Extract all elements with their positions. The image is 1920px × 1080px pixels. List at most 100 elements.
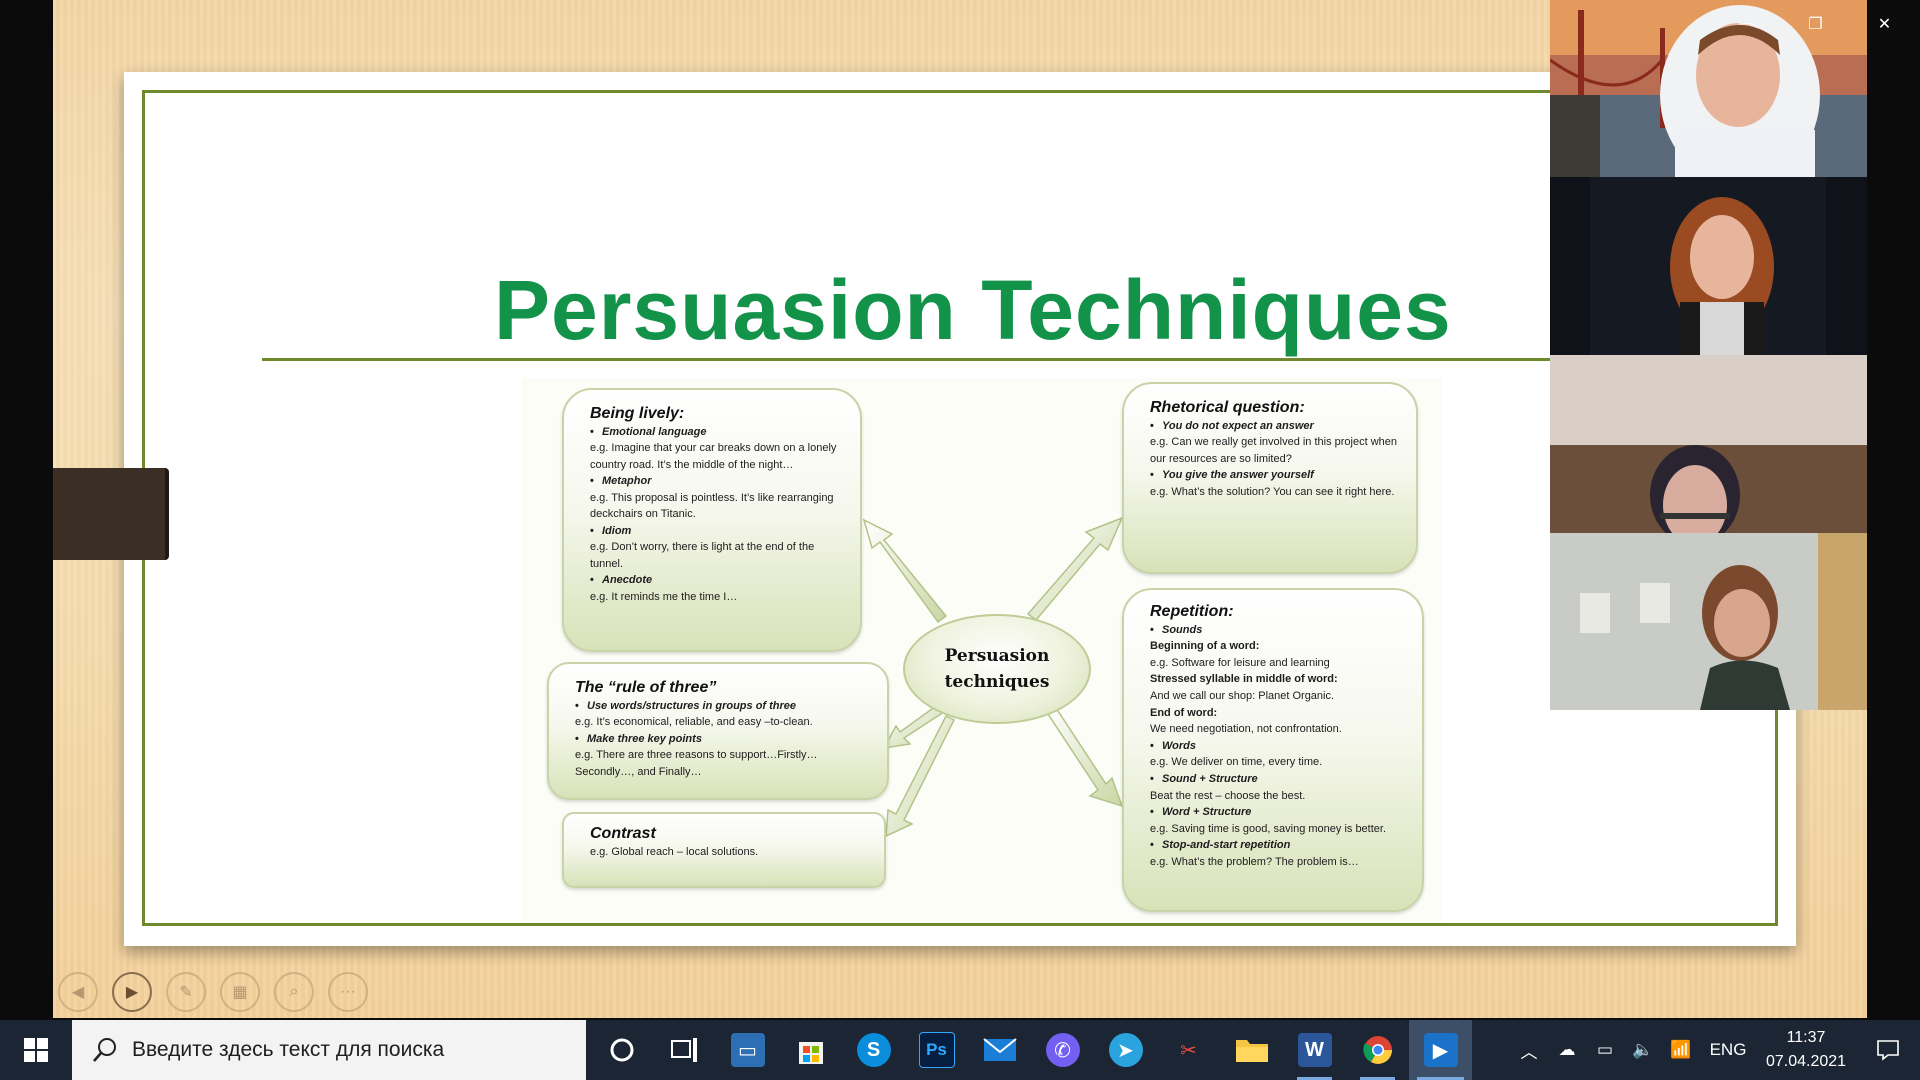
zoom-button[interactable]: ⌕ bbox=[274, 972, 314, 1012]
box-heading: Repetition: bbox=[1150, 603, 1234, 620]
taskbar-app-skype[interactable]: S bbox=[842, 1020, 905, 1080]
network-button[interactable]: 📶 bbox=[1662, 1020, 1700, 1080]
all-slides-button[interactable]: ▦ bbox=[220, 972, 260, 1012]
task-view-icon bbox=[670, 1038, 697, 1062]
snipping-icon: ✂ bbox=[1180, 1039, 1197, 1062]
participant-3-video bbox=[1550, 355, 1867, 533]
battery-icon: ▭ bbox=[1596, 1040, 1614, 1059]
example-text: e.g. What’s the solution? You can see it… bbox=[1150, 485, 1395, 498]
example-text: e.g. There are three reasons to support…… bbox=[575, 749, 818, 778]
cortana-icon bbox=[610, 1038, 633, 1062]
language-indicator[interactable]: ENG bbox=[1700, 1040, 1756, 1060]
more-options-button[interactable]: ··· bbox=[328, 972, 368, 1012]
telegram-icon: ➤ bbox=[1108, 1033, 1143, 1067]
taskbar-search[interactable]: Введите здесь текст для поиска bbox=[72, 1020, 586, 1080]
taskbar: Введите здесь текст для поиска ▭ S Ps ✆ … bbox=[0, 1020, 1920, 1080]
chevron-up-icon: ︿ bbox=[1520, 1042, 1538, 1062]
bullet-label: Metaphor bbox=[590, 473, 842, 490]
sub-label: Stressed syllable in middle of word: bbox=[1150, 673, 1338, 686]
clock[interactable]: 11:37 07.04.2021 bbox=[1756, 1026, 1856, 1074]
search-icon bbox=[93, 1038, 116, 1062]
example-text: e.g. This proposal is pointless. It’s li… bbox=[590, 491, 834, 521]
word-icon: W bbox=[1297, 1033, 1332, 1067]
battery-button[interactable]: ▭ bbox=[1586, 1020, 1624, 1080]
title-divider bbox=[262, 358, 1662, 361]
previous-slide-button[interactable]: ◀ bbox=[58, 972, 98, 1012]
box-heading: Contrast bbox=[590, 825, 656, 842]
bullet-label: You give the answer yourself bbox=[1150, 467, 1398, 484]
video-tile-participant-3[interactable] bbox=[1550, 355, 1867, 533]
windows-icon bbox=[24, 1038, 48, 1062]
clock-date: 07.04.2021 bbox=[1765, 1053, 1847, 1070]
bullet-label: Anecdote bbox=[590, 572, 842, 589]
box-rhetorical-question: Rhetorical question: You do not expect a… bbox=[1122, 382, 1418, 574]
folder-icon bbox=[1235, 1040, 1268, 1062]
box-being-lively: Being lively: Emotional language e.g. Im… bbox=[562, 388, 862, 652]
notification-icon bbox=[1877, 1040, 1899, 1061]
example-text: e.g. Don’t worry, there is light at the … bbox=[590, 541, 815, 570]
box-contrast: Contrast e.g. Global reach – local solut… bbox=[562, 812, 886, 888]
video-tile-participant-2[interactable] bbox=[1550, 177, 1867, 355]
sub-label: Beginning of a word: bbox=[1150, 640, 1260, 653]
taskbar-app-snipping[interactable]: ✂ bbox=[1157, 1020, 1220, 1080]
restore-button[interactable]: ❐ bbox=[1781, 0, 1850, 48]
bullet-label: Make three key points bbox=[575, 731, 869, 748]
window-controls: — ❐ ✕ bbox=[1712, 0, 1920, 48]
pen-icon: ✎ bbox=[179, 984, 193, 1001]
viber-icon: ✆ bbox=[1045, 1033, 1080, 1067]
taskbar-app-viber[interactable]: ✆ bbox=[1031, 1020, 1094, 1080]
next-slide-button[interactable]: ▶ bbox=[112, 972, 152, 1012]
bullet-label: Sound + Structure bbox=[1150, 771, 1404, 788]
example-text: e.g. Software for leisure and learning bbox=[1150, 656, 1330, 669]
laptop-icon: ▭ bbox=[730, 1033, 765, 1067]
bullet-label: Use words/structures in groups of three bbox=[575, 698, 869, 715]
taskbar-app-explorer[interactable] bbox=[1220, 1020, 1283, 1080]
clock-time: 11:37 bbox=[1786, 1029, 1826, 1046]
bullet-label: Emotional language bbox=[590, 424, 842, 441]
taskbar-app-mail[interactable] bbox=[968, 1020, 1031, 1080]
taskbar-app-store[interactable] bbox=[779, 1020, 842, 1080]
photoshop-icon: Ps bbox=[918, 1032, 955, 1068]
taskbar-app-media-player[interactable]: ▶ bbox=[1409, 1020, 1472, 1080]
pen-button[interactable]: ✎ bbox=[166, 972, 206, 1012]
task-view-button[interactable] bbox=[653, 1020, 716, 1080]
onedrive-button[interactable]: ☁ bbox=[1548, 1020, 1586, 1080]
volume-button[interactable]: 🔈 bbox=[1624, 1020, 1662, 1080]
bullet-label: Idiom bbox=[590, 523, 842, 540]
box-heading: Rhetorical question: bbox=[1150, 399, 1305, 416]
taskbar-app-chrome[interactable] bbox=[1346, 1020, 1409, 1080]
skype-icon: S bbox=[856, 1033, 891, 1067]
example-text: e.g. It’s economical, reliable, and easy… bbox=[575, 716, 813, 728]
bullet-label: You do not expect an answer bbox=[1150, 418, 1398, 435]
participant-2-video bbox=[1590, 177, 1826, 355]
taskbar-app-telegram[interactable]: ➤ bbox=[1094, 1020, 1157, 1080]
box-heading: Being lively: bbox=[590, 405, 685, 422]
arrow-right-icon: ▶ bbox=[125, 984, 139, 1001]
sub-label: End of word: bbox=[1150, 706, 1218, 719]
example-text: e.g. Imagine that your car breaks down o… bbox=[590, 442, 837, 471]
taskbar-apps: ▭ S Ps ✆ ➤ ✂ W ▶ bbox=[590, 1020, 1472, 1080]
taskbar-app-word[interactable]: W bbox=[1283, 1020, 1346, 1080]
side-tab bbox=[53, 468, 169, 560]
slide-title: Persuasion Techniques bbox=[494, 263, 1452, 357]
close-button[interactable]: ✕ bbox=[1850, 0, 1919, 48]
store-icon bbox=[798, 1042, 823, 1064]
bullet-label: Sounds bbox=[1150, 622, 1404, 639]
taskbar-app-photoshop[interactable]: Ps bbox=[905, 1020, 968, 1080]
system-tray: ︿ ☁ ▭ 🔈 📶 ENG 11:37 07.04.2021 bbox=[1510, 1020, 1920, 1080]
example-text: e.g. Can we really get involved in this … bbox=[1150, 436, 1398, 465]
participant-4-video bbox=[1550, 533, 1867, 710]
restore-icon: ❐ bbox=[1808, 16, 1823, 33]
video-tile-participant-4[interactable] bbox=[1550, 533, 1867, 710]
mail-icon bbox=[982, 1038, 1017, 1061]
start-button[interactable] bbox=[0, 1020, 72, 1080]
taskbar-app-laptop[interactable]: ▭ bbox=[716, 1020, 779, 1080]
minimize-button[interactable]: — bbox=[1712, 0, 1781, 48]
chrome-icon bbox=[1362, 1036, 1392, 1064]
cortana-button[interactable] bbox=[590, 1020, 653, 1080]
center-label-line2: techniques bbox=[944, 672, 1050, 692]
show-hidden-icons-button[interactable]: ︿ bbox=[1510, 1020, 1548, 1080]
action-center-button[interactable] bbox=[1856, 1020, 1920, 1080]
slideshow-controls: ◀ ▶ ✎ ▦ ⌕ ··· bbox=[58, 972, 368, 1012]
search-placeholder: Введите здесь текст для поиска bbox=[132, 1038, 445, 1061]
